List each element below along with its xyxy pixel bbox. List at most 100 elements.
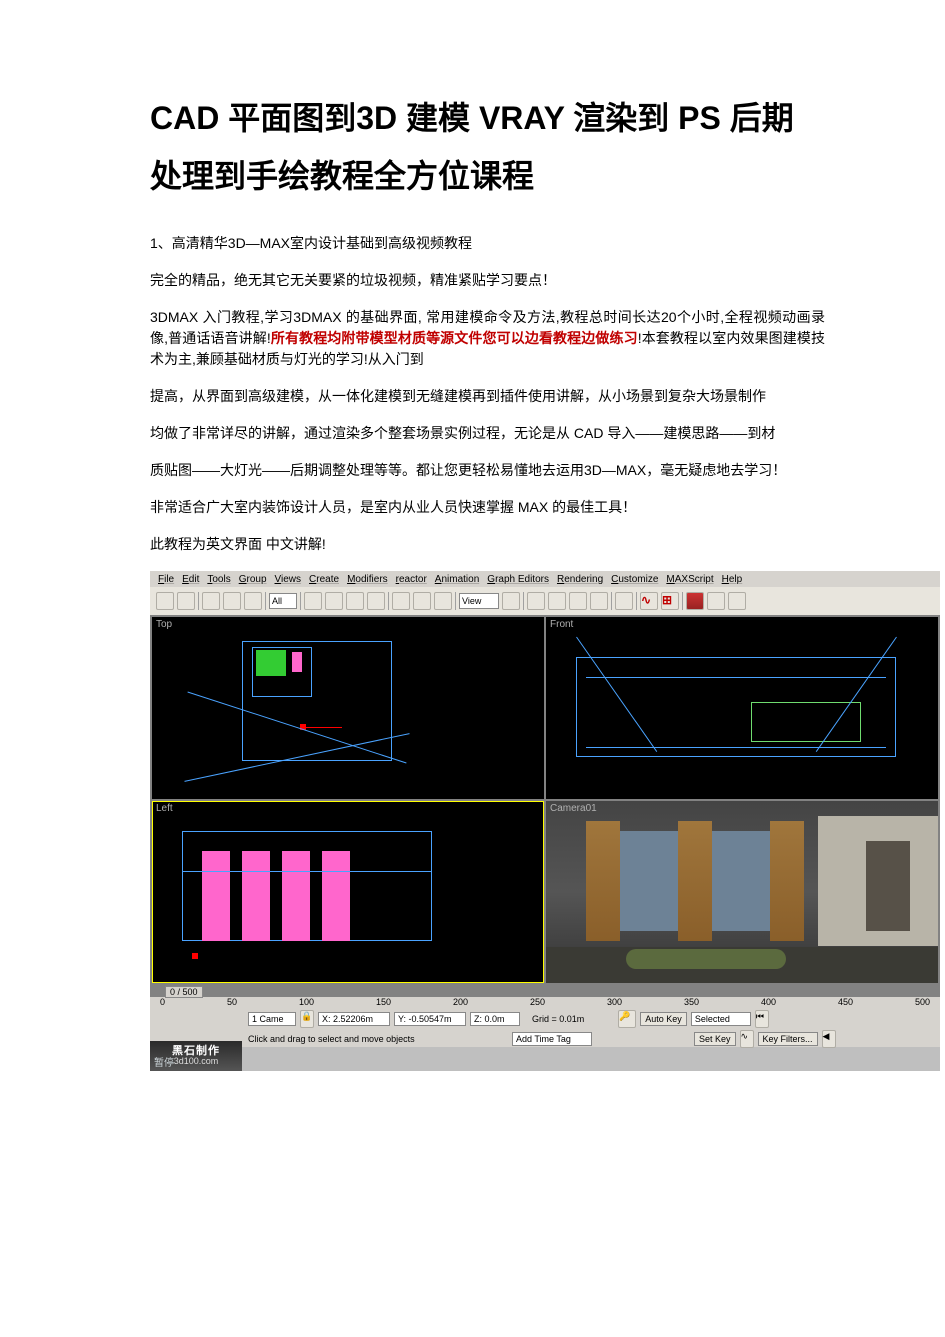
lock-icon[interactable]: 🔒 xyxy=(300,1010,314,1028)
menu-file[interactable]: File xyxy=(158,574,174,585)
menu-customize[interactable]: Customize xyxy=(611,574,658,585)
key-icon[interactable]: 🔑 xyxy=(618,1010,636,1028)
unlink-icon[interactable] xyxy=(223,592,241,610)
layer-icon[interactable] xyxy=(615,592,633,610)
play-start-icon[interactable]: ⏮ xyxy=(755,1010,769,1028)
material-editor-icon[interactable] xyxy=(686,592,704,610)
tick: 50 xyxy=(227,997,237,1007)
move-icon[interactable] xyxy=(392,592,410,610)
menu-help[interactable]: Help xyxy=(722,574,743,585)
key-curve-icon[interactable]: ∿ xyxy=(740,1030,754,1048)
menu-modifiers[interactable]: Modifiers xyxy=(347,574,388,585)
quick-render-icon[interactable] xyxy=(728,592,746,610)
bind-icon[interactable] xyxy=(244,592,262,610)
highlight-text: 所有教程均附带模型材质等源文件您可以边看教程边做练习 xyxy=(271,330,638,346)
viewport-label: Top xyxy=(156,619,172,630)
align-icon[interactable] xyxy=(590,592,608,610)
page-title: CAD 平面图到3D 建模 VRAY 渲染到 PS 后期处理到手绘教程全方位课程 xyxy=(150,90,825,205)
auto-key-button[interactable]: Auto Key xyxy=(640,1012,687,1026)
grid-readout: Grid = 0.01m xyxy=(532,1014,584,1024)
separator xyxy=(198,592,199,610)
coord-x[interactable]: X: 2.52206m xyxy=(318,1012,390,1026)
frame-indicator[interactable]: 0 / 500 xyxy=(165,986,203,998)
separator xyxy=(265,592,266,610)
select-icon[interactable] xyxy=(304,592,322,610)
menu-animation[interactable]: Animation xyxy=(435,574,479,585)
rotate-icon[interactable] xyxy=(413,592,431,610)
separator xyxy=(636,592,637,610)
paragraph: 3DMAX 入门教程,学习3DMAX 的基础界面, 常用建模命令及方法,教程总时… xyxy=(150,307,825,370)
link-icon[interactable] xyxy=(202,592,220,610)
title-part: 渲染到 xyxy=(564,100,678,136)
separator xyxy=(523,592,524,610)
select-name-icon[interactable] xyxy=(325,592,343,610)
status-hint: Click and drag to select and move object… xyxy=(248,1034,508,1044)
viewport-camera[interactable]: Camera01 xyxy=(546,801,938,983)
timeline[interactable]: 0 / 500 0 50 100 150 200 250 300 350 400… xyxy=(150,985,940,1011)
tick: 200 xyxy=(453,997,468,1007)
viewport-left[interactable]: Left xyxy=(152,801,544,983)
timeline-ticks: 0 50 100 150 200 250 300 350 400 450 500 xyxy=(150,997,940,1011)
paragraph: 提高，从界面到高级建模，从一体化建模到无缝建模再到插件使用讲解，从小场景到复杂大… xyxy=(150,386,825,407)
separator xyxy=(682,592,683,610)
mirror-icon[interactable] xyxy=(569,592,587,610)
viewport-label: Left xyxy=(156,803,173,814)
paragraph: 非常适合广大室内装饰设计人员，是室内从业人员快速掌握 MAX 的最佳工具！ xyxy=(150,497,825,518)
menu-create[interactable]: Create xyxy=(309,574,339,585)
play-prev-icon[interactable]: ◀ xyxy=(822,1030,836,1048)
schematic-view-icon[interactable]: ⊞ xyxy=(661,592,679,610)
render-scene-icon[interactable] xyxy=(707,592,725,610)
center-icon[interactable] xyxy=(502,592,520,610)
menu-edit[interactable]: Edit xyxy=(182,574,199,585)
paragraph: 1、高清精华3D—MAX室内设计基础到高级视频教程 xyxy=(150,233,825,254)
tick: 300 xyxy=(607,997,622,1007)
key-filters-button[interactable]: Key Filters... xyxy=(758,1032,818,1046)
menu-views[interactable]: Views xyxy=(275,574,302,585)
menu-group[interactable]: Group xyxy=(239,574,267,585)
tick: 400 xyxy=(761,997,776,1007)
pause-label: 暂停 xyxy=(154,1054,174,1069)
coord-y[interactable]: Y: -0.50547m xyxy=(394,1012,466,1026)
paragraph: 均做了非常详尽的讲解，通过渲染多个整套场景实例过程，无论是从 CAD 导入——建… xyxy=(150,423,825,444)
key-mode-dropdown[interactable]: Selected xyxy=(691,1012,751,1026)
menu-graph-editors[interactable]: Graph Editors xyxy=(487,574,549,585)
curve-editor-icon[interactable]: ∿ xyxy=(640,592,658,610)
tick: 150 xyxy=(376,997,391,1007)
reference-coord-dropdown[interactable]: View xyxy=(459,593,499,609)
restrict-y-icon[interactable] xyxy=(548,592,566,610)
separator xyxy=(611,592,612,610)
selection-count: 1 Came xyxy=(248,1012,296,1026)
title-part: 建模 xyxy=(397,100,479,136)
tick: 0 xyxy=(160,997,165,1007)
undo-icon[interactable] xyxy=(156,592,174,610)
menubar: File Edit Tools Group Views Create Modif… xyxy=(150,571,940,587)
title-part: 3D xyxy=(356,100,397,136)
menu-rendering[interactable]: Rendering xyxy=(557,574,603,585)
title-part: PS xyxy=(678,100,721,136)
restrict-x-icon[interactable] xyxy=(527,592,545,610)
toolbar: All View ∿ ⊞ xyxy=(150,587,940,615)
window-crossing-icon[interactable] xyxy=(367,592,385,610)
viewport-front[interactable]: Front xyxy=(546,617,938,799)
separator xyxy=(300,592,301,610)
select-region-icon[interactable] xyxy=(346,592,364,610)
timeline-track[interactable]: 0 / 500 xyxy=(150,985,940,997)
coord-z[interactable]: Z: 0.0m xyxy=(470,1012,520,1026)
menu-tools[interactable]: Tools xyxy=(207,574,230,585)
redo-icon[interactable] xyxy=(177,592,195,610)
title-part: CAD xyxy=(150,100,219,136)
viewport-top[interactable]: Top xyxy=(152,617,544,799)
screenshot-3dsmax: File Edit Tools Group Views Create Modif… xyxy=(150,571,940,1071)
selection-filter-dropdown[interactable]: All xyxy=(269,593,297,609)
menu-maxscript[interactable]: MAXScript xyxy=(666,574,713,585)
title-part: 平面图到 xyxy=(219,100,356,136)
tick: 350 xyxy=(684,997,699,1007)
tick: 250 xyxy=(530,997,545,1007)
scale-icon[interactable] xyxy=(434,592,452,610)
set-key-button[interactable]: Set Key xyxy=(694,1032,736,1046)
tick: 500 xyxy=(915,997,930,1007)
menu-reactor[interactable]: reactor xyxy=(396,574,427,585)
viewport-label: Front xyxy=(550,619,573,630)
paragraph: 此教程为英文界面 中文讲解! xyxy=(150,534,825,555)
time-tag-field[interactable]: Add Time Tag xyxy=(512,1032,592,1046)
